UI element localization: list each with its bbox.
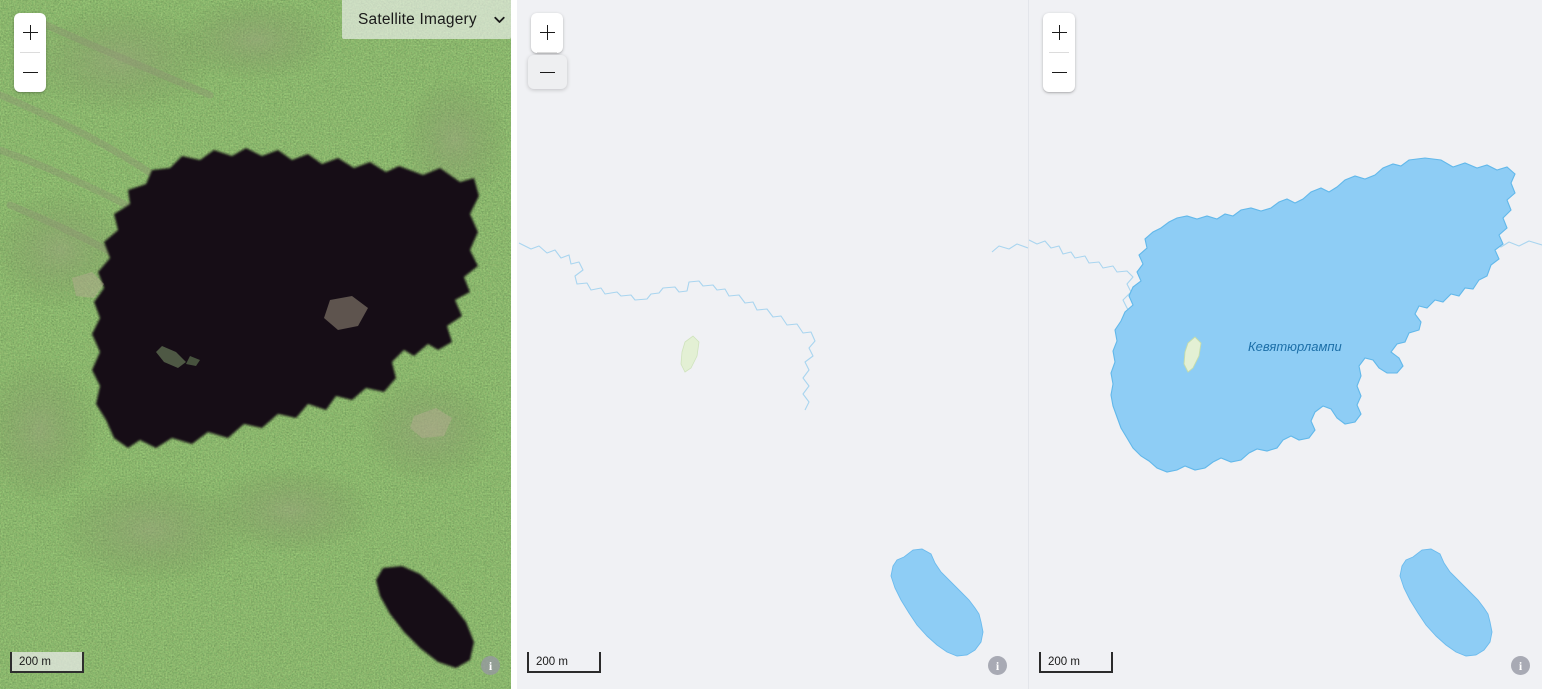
info-glyph: i [995,658,1000,673]
plus-icon [1051,25,1067,40]
plus-icon [22,25,38,40]
info-circle-icon-after[interactable]: i [1511,656,1530,675]
zoom-in-button-before[interactable] [531,13,563,52]
basemap-selector-satellite[interactable]: Satellite Imagery [342,0,511,39]
basemap-selector-label: Satellite Imagery [358,10,477,28]
scale-bar-after: 200 m [1039,652,1113,673]
plus-icon [539,25,555,40]
zoom-out-button-after[interactable] [1043,53,1075,92]
info-glyph: i [1518,658,1523,673]
panel-satellite-imagery[interactable]: Satellite Imagery 200 m i [0,0,511,689]
scale-bar-label: 200 m [19,655,51,668]
minus-icon [22,65,38,80]
zoom-control-divider [537,52,557,53]
scale-bar-label: 200 m [536,655,568,668]
zoom-control-before[interactable] [528,13,567,89]
vector-map-before[interactable] [517,0,1028,689]
zoom-control-after[interactable] [1043,13,1075,92]
scale-bar-label: 200 m [1048,655,1080,668]
info-circle-icon-satellite[interactable]: i [481,656,500,675]
info-glyph: i [488,658,493,673]
chevron-down-icon [491,11,508,28]
minus-icon [1051,65,1067,80]
zoom-in-button-satellite[interactable] [14,13,46,52]
satellite-imagery-raster[interactable] [0,0,511,689]
zoom-control-satellite[interactable] [14,13,46,92]
map-comparison-app: Satellite Imagery 200 m i 200 m i 200 m … [0,0,1542,689]
zoom-out-button-satellite[interactable] [14,53,46,92]
minus-icon [540,65,555,80]
zoom-in-button-after[interactable] [1043,13,1075,52]
panel-after-map[interactable]: AFTER 200 m i [1029,0,1542,689]
vector-map-after[interactable] [1029,0,1542,689]
scale-bar-satellite: 200 m [10,652,84,673]
zoom-out-button-before[interactable] [528,55,567,89]
scale-bar-before: 200 m [527,652,601,673]
panel-before-map[interactable]: BEFORE 200 m i [517,0,1028,689]
info-circle-icon-before[interactable]: i [988,656,1007,675]
